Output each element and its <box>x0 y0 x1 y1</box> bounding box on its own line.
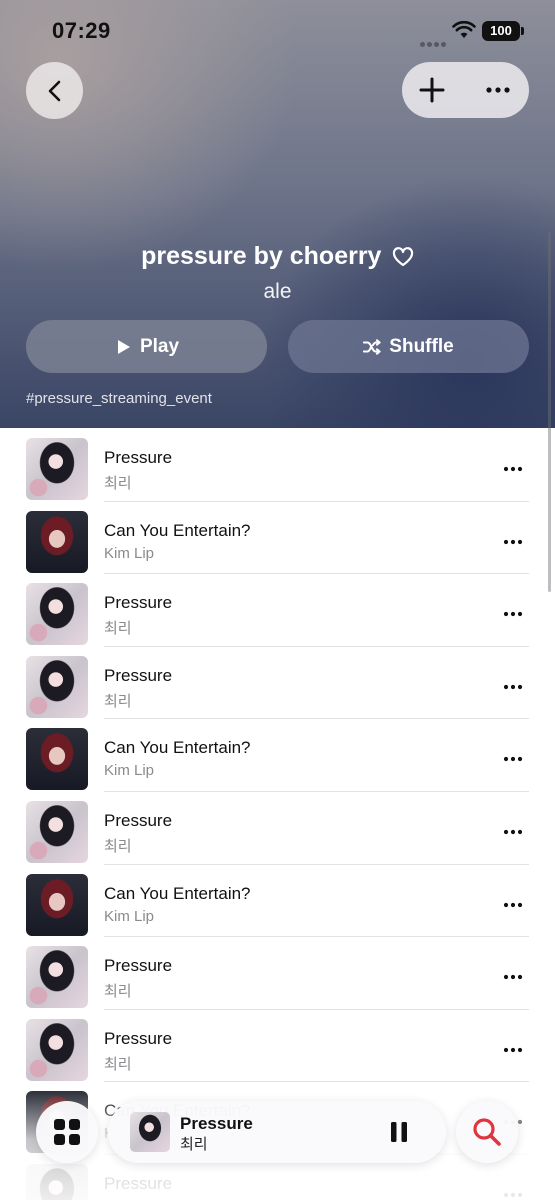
status-bar: 07:29 100 <box>0 0 555 60</box>
track-artwork <box>26 728 88 791</box>
back-button[interactable] <box>26 62 83 119</box>
track-title: Pressure <box>104 593 173 613</box>
track-title: Pressure <box>104 665 173 685</box>
track-artist: Kim Lip <box>104 907 155 925</box>
search-button[interactable] <box>456 1101 518 1163</box>
chevron-left-icon <box>48 80 60 101</box>
track-row[interactable]: Pressure 최리 <box>0 936 555 1010</box>
track-row[interactable]: Pressure 최리 <box>0 791 555 865</box>
library-button[interactable] <box>36 1101 98 1163</box>
ellipsis-icon <box>503 539 523 544</box>
shuffle-icon <box>363 338 381 355</box>
mini-player[interactable]: Pressure 최리 <box>108 1101 446 1163</box>
plus-icon <box>419 77 445 103</box>
track-artwork <box>26 873 88 936</box>
track-artist: 최리 <box>104 692 132 710</box>
track-more-button[interactable] <box>496 817 530 847</box>
track-title: Pressure <box>104 810 173 830</box>
ellipsis-icon <box>503 612 523 617</box>
track-artwork <box>26 655 88 718</box>
ellipsis-icon <box>503 975 523 980</box>
track-more-button[interactable] <box>496 454 530 484</box>
battery-icon: 100 <box>482 21 524 41</box>
grid-icon <box>54 1119 80 1145</box>
playlist-description: #pressure_streaming_event <box>26 390 212 407</box>
pause-button[interactable] <box>384 1117 414 1147</box>
shuffle-label: Shuffle <box>389 335 454 357</box>
playlist-header: 07:29 100 pressure by choerry ale Play S… <box>0 0 555 428</box>
track-row[interactable]: Pressure 최리 <box>0 646 555 720</box>
more-options-button[interactable] <box>468 62 528 118</box>
track-more-button[interactable] <box>496 962 530 992</box>
play-button[interactable]: Play <box>26 320 267 373</box>
now-playing-title: Pressure <box>180 1114 253 1133</box>
play-icon <box>117 339 130 354</box>
track-artist: 최리 <box>104 837 132 855</box>
ellipsis-icon <box>486 87 510 93</box>
track-artwork <box>26 800 88 863</box>
track-artist: 최리 <box>104 620 132 638</box>
track-more-button[interactable] <box>496 527 530 557</box>
track-title: Can You Entertain? <box>104 738 251 758</box>
scrollbar[interactable] <box>548 232 551 592</box>
track-title: Pressure <box>104 1028 173 1048</box>
track-artwork <box>26 510 88 573</box>
track-row[interactable]: Pressure 최리 <box>0 1009 555 1083</box>
track-more-button[interactable] <box>496 1035 530 1065</box>
track-more-button[interactable] <box>496 672 530 702</box>
track-more-button[interactable] <box>496 890 530 920</box>
playlist-owner[interactable]: ale <box>0 280 555 304</box>
track-artist: Kim Lip <box>104 544 155 562</box>
track-list: Pressure 최리 Can You Entertain? Kim Lip Press… <box>0 428 555 1200</box>
track-more-button[interactable] <box>496 744 530 774</box>
status-time: 07:29 <box>52 18 111 43</box>
ellipsis-icon <box>503 466 523 472</box>
track-artist: 최리 <box>104 475 132 492</box>
track-title: Can You Entertain? <box>104 883 251 903</box>
track-artwork <box>26 583 88 646</box>
shuffle-button[interactable]: Shuffle <box>288 320 529 373</box>
track-artwork <box>26 1018 88 1081</box>
cellular-signal-icon <box>420 34 448 47</box>
now-playing-artwork <box>130 1112 170 1152</box>
track-title: Pressure <box>104 956 173 976</box>
now-playing-artist: 최리 <box>180 1136 208 1153</box>
track-artwork <box>26 946 88 1009</box>
playlist-title-row: pressure by choerry <box>0 242 555 271</box>
track-row[interactable]: Can You Entertain? Kim Lip <box>0 718 555 792</box>
wifi-icon <box>452 20 476 38</box>
track-artist: 최리 <box>104 1055 132 1073</box>
pause-icon <box>391 1122 407 1142</box>
track-row[interactable]: Pressure 최리 <box>0 573 555 647</box>
track-title: Pressure <box>104 448 173 467</box>
track-more-button[interactable] <box>496 599 530 629</box>
track-title: Can You Entertain? <box>104 520 251 540</box>
playlist-title: pressure by choerry <box>141 242 382 270</box>
track-artist: Kim Lip <box>104 762 155 780</box>
ellipsis-icon <box>503 829 523 835</box>
ellipsis-icon <box>503 757 523 762</box>
add-button[interactable] <box>402 62 462 118</box>
track-row[interactable]: Can You Entertain? Kim Lip <box>0 864 555 938</box>
play-label: Play <box>139 335 180 357</box>
track-artwork <box>26 438 88 500</box>
header-actions <box>402 62 529 118</box>
search-icon <box>473 1118 501 1146</box>
track-row[interactable]: Pressure 최리 <box>0 428 555 502</box>
ellipsis-icon <box>503 1047 523 1052</box>
ellipsis-icon <box>503 902 523 907</box>
track-artist: 최리 <box>104 983 132 1001</box>
heart-icon[interactable] <box>392 246 414 267</box>
track-row[interactable]: Can You Entertain? Kim Lip <box>0 501 555 575</box>
ellipsis-icon <box>503 684 523 689</box>
